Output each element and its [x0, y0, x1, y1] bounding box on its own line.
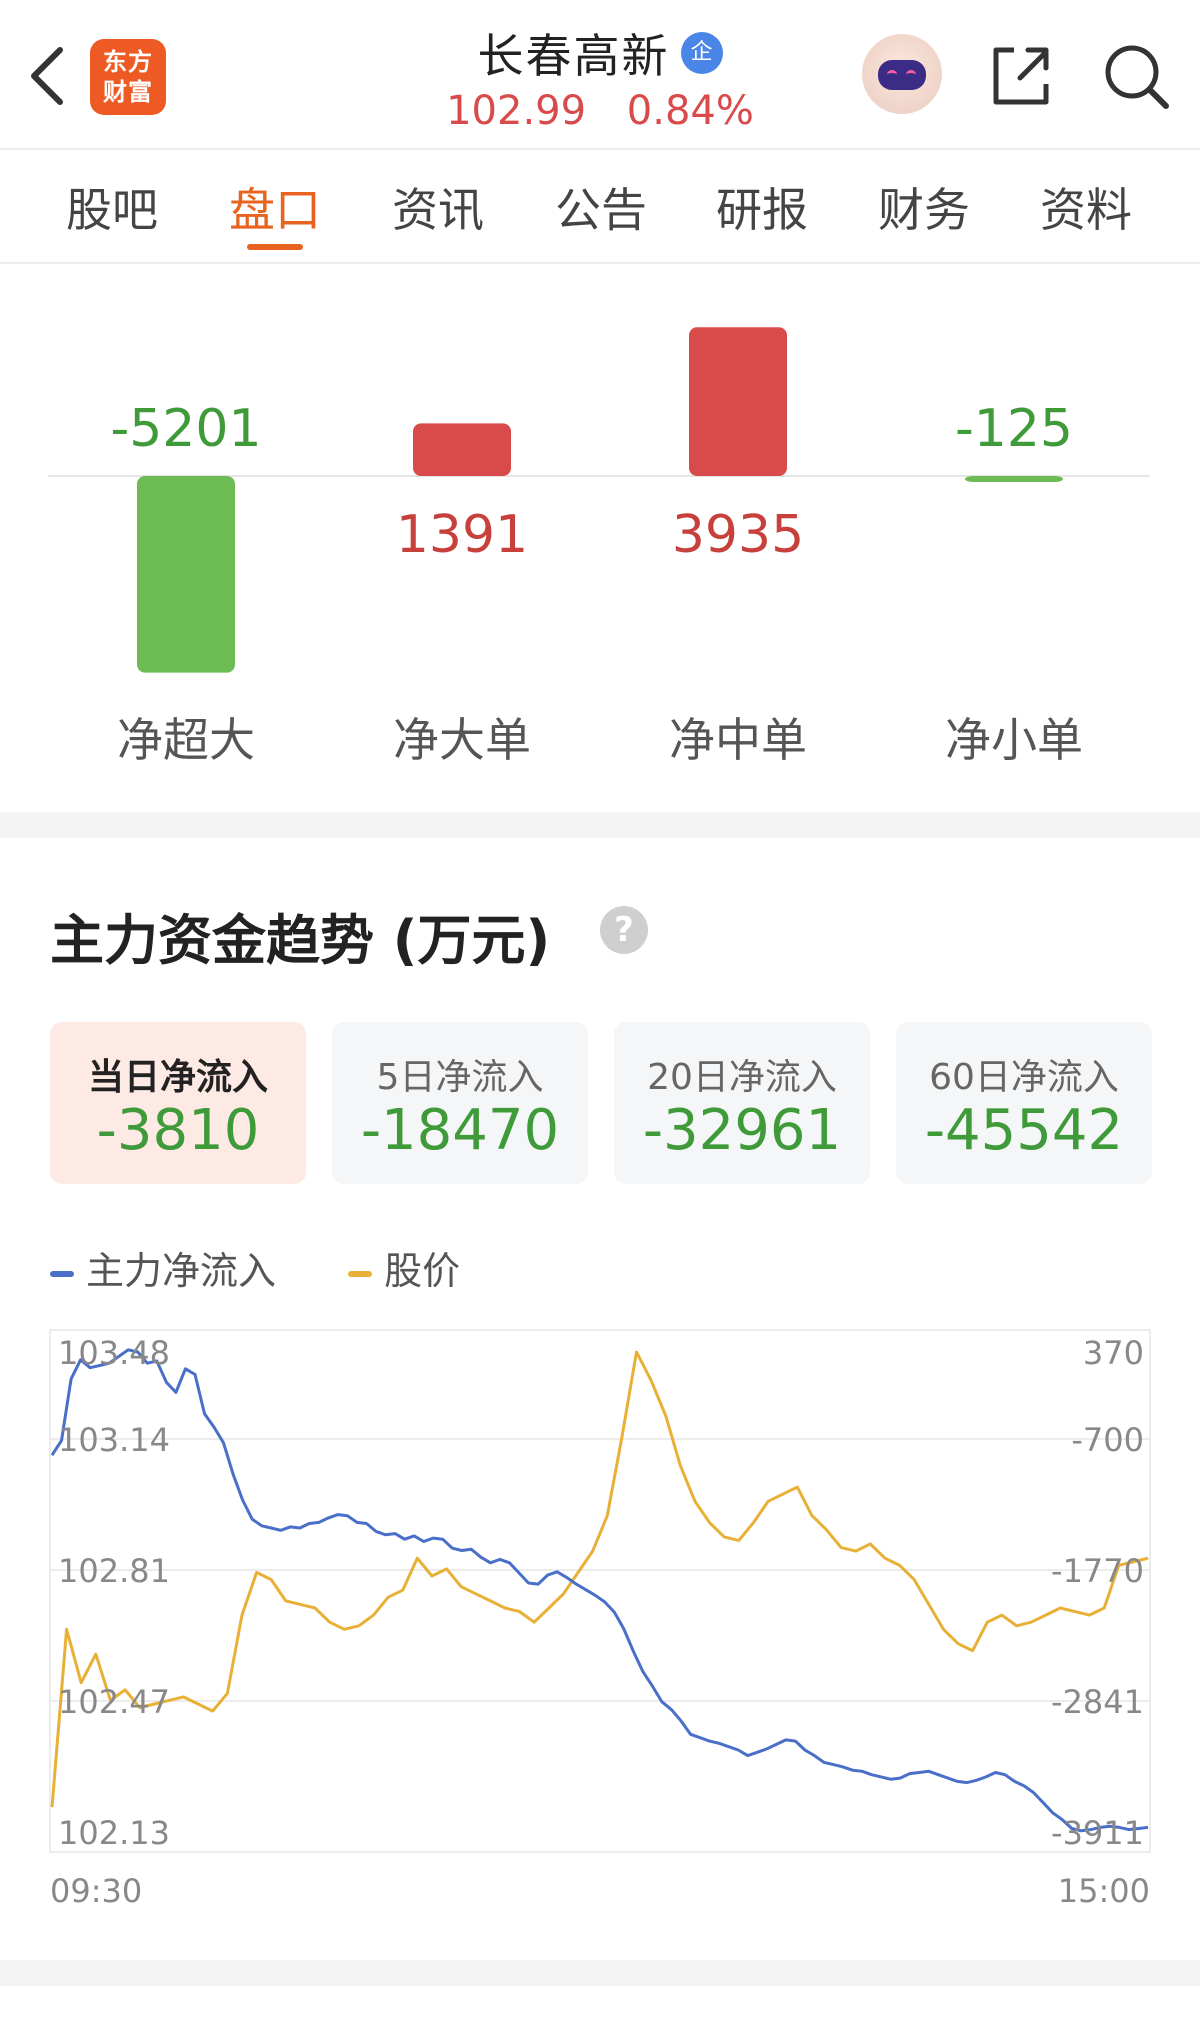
left-axis-tick-label: 103.14 — [58, 1421, 170, 1459]
right-axis-tick-label: -1770 — [1051, 1552, 1144, 1590]
tab-bar: 股吧 盘口 资讯 公告 研报 财务 资料 — [0, 150, 1200, 264]
flow-bar — [137, 476, 235, 673]
chart-legend: 主力净流入 股价 — [50, 1240, 520, 1295]
right-axis-tick-label: -3911 — [1051, 1814, 1144, 1852]
period-label: 当日净流入 — [87, 1057, 268, 1098]
left-axis-tick-label: 102.47 — [58, 1683, 170, 1721]
series-line-main-inflow — [50, 1348, 1149, 1833]
flow-value-label: -5201 — [110, 399, 261, 459]
x-axis-end-label: 15:00 — [1058, 1872, 1150, 1910]
series-line-price — [50, 1350, 1149, 1808]
period-label: 60日净流入 — [929, 1057, 1119, 1098]
robot-face-icon — [878, 60, 926, 90]
flow-value-label: 1391 — [396, 505, 528, 565]
period-card-60d[interactable]: 60日净流入 -45542 — [896, 1022, 1152, 1184]
enterprise-badge-icon: 企 — [680, 32, 723, 74]
legend-label: 主力净流入 — [86, 1249, 277, 1293]
flow-label-medium: 净中单 — [669, 713, 807, 767]
active-tab-indicator — [247, 244, 303, 250]
tab-pankou[interactable]: 盘口 — [205, 174, 345, 250]
right-axis-tick-label: -700 — [1071, 1421, 1144, 1459]
period-card-today[interactable]: 当日净流入 -3810 — [50, 1022, 306, 1184]
period-value: -32961 — [642, 1098, 842, 1163]
share-icon[interactable] — [984, 40, 1056, 112]
flow-label-large: 净大单 — [393, 713, 531, 767]
flow-value-label: -125 — [955, 399, 1073, 459]
assistant-robot-avatar[interactable] — [862, 34, 942, 114]
left-axis-tick-label: 102.13 — [58, 1814, 170, 1852]
period-label: 5日净流入 — [376, 1057, 544, 1098]
tab-pankou-label: 盘口 — [229, 183, 321, 237]
flow-bar — [965, 476, 1063, 482]
right-axis-tick-label: 370 — [1083, 1334, 1144, 1372]
stock-price: 102.99 — [446, 88, 587, 134]
robot-eye-right — [906, 70, 916, 79]
trend-title: 主力资金趋势 (万元) — [50, 909, 551, 972]
plot-frame — [49, 1329, 1151, 1853]
period-card-20d[interactable]: 20日净流入 -32961 — [614, 1022, 870, 1184]
section-divider-bottom — [0, 1960, 1200, 1986]
help-icon[interactable]: ? — [600, 906, 648, 954]
flow-label-small: 净小单 — [945, 713, 1083, 767]
tab-announcements[interactable]: 公告 — [531, 174, 671, 240]
flow-bar — [689, 327, 787, 476]
stock-name: 长春高新 — [477, 29, 670, 83]
period-value: -45542 — [924, 1098, 1124, 1163]
flow-value-label: 3935 — [672, 505, 804, 565]
tab-guba[interactable]: 股吧 — [42, 174, 182, 240]
tab-profile[interactable]: 资料 — [1016, 174, 1156, 240]
capital-flow-bars: -5201 1391 3935 -125 净超大 净大单 净中单 净小单 — [0, 264, 1200, 812]
period-value: -3810 — [96, 1098, 260, 1163]
trend-chart: 103.48 103.14 102.81 102.47 102.13 370 -700 -17… — [0, 1300, 1200, 1920]
trend-line-chart: 103.48 103.14 102.81 102.47 102.13 370 -700 -17… — [49, 1329, 1151, 1910]
legend-item-price[interactable]: 股价 — [348, 1240, 460, 1295]
legend-item-main-inflow[interactable]: 主力净流入 — [50, 1240, 276, 1295]
left-axis-tick-label: 102.81 — [58, 1552, 170, 1590]
tab-news[interactable]: 资讯 — [368, 174, 508, 240]
search-icon[interactable] — [1100, 40, 1172, 112]
left-axis-tick-label: 103.48 — [58, 1334, 170, 1372]
legend-swatch-blue — [50, 1270, 74, 1277]
stock-change-percent: 0.84% — [626, 88, 754, 134]
flow-bar — [413, 423, 511, 476]
legend-label: 股价 — [384, 1249, 461, 1293]
period-value: -18470 — [360, 1098, 560, 1163]
section-divider — [0, 812, 1200, 838]
x-axis-start-label: 09:30 — [50, 1872, 142, 1910]
period-card-5d[interactable]: 5日净流入 -18470 — [332, 1022, 588, 1184]
flow-bar-chart: -5201 1391 3935 -125 — [48, 327, 1150, 673]
tab-finance[interactable]: 财务 — [854, 174, 994, 240]
period-label: 20日净流入 — [647, 1057, 837, 1098]
tab-research[interactable]: 研报 — [692, 174, 832, 240]
flow-label-super-large: 净超大 — [117, 713, 255, 767]
robot-eye-left — [887, 70, 897, 79]
right-axis-tick-label: -2841 — [1051, 1683, 1144, 1721]
app-header: 东方 财富 长春高新 企 102.99 0.84% — [0, 0, 1200, 150]
legend-swatch-yellow — [348, 1270, 373, 1277]
